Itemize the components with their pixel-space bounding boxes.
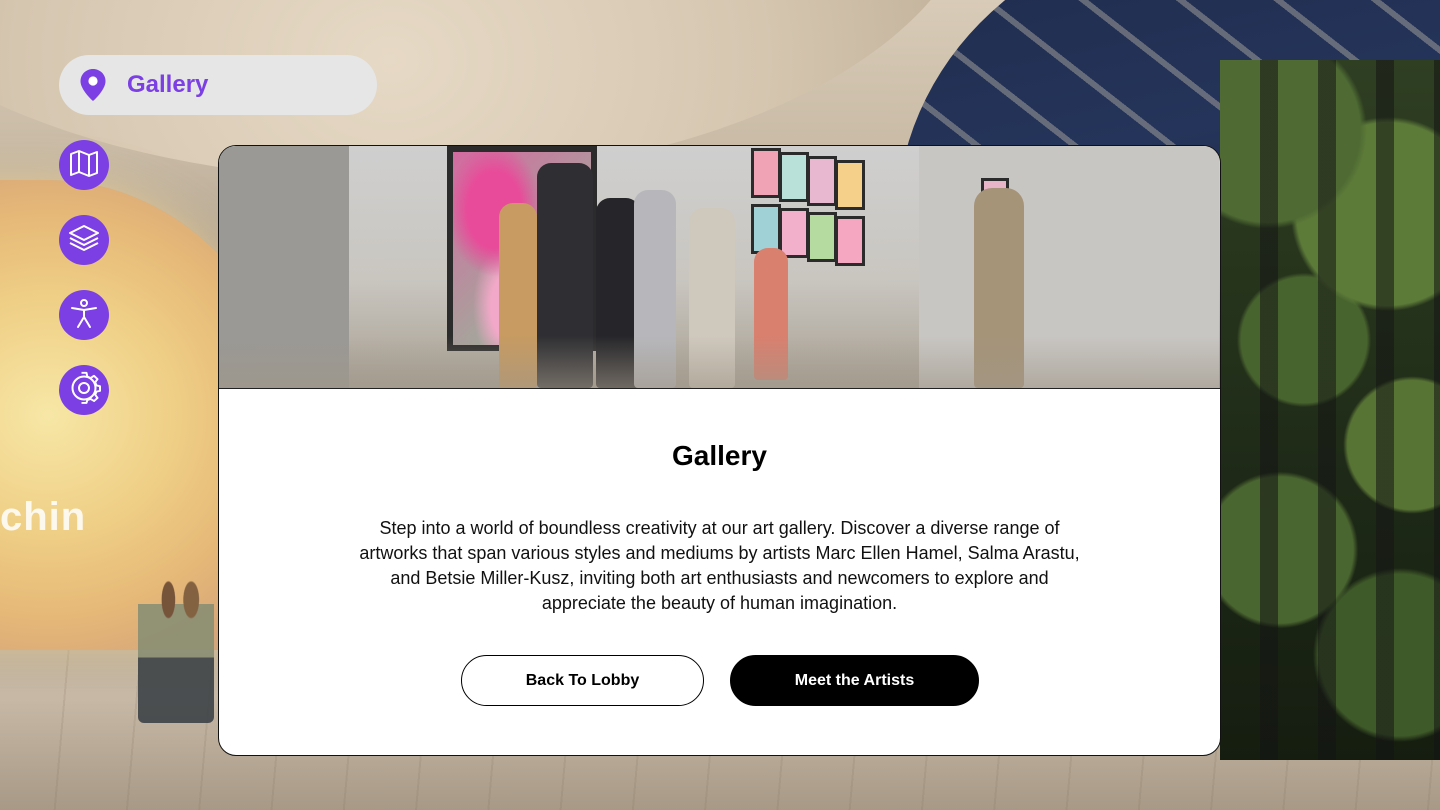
gear-icon — [67, 371, 101, 410]
current-location-label: Gallery — [127, 71, 209, 98]
visitor-figures — [138, 578, 214, 723]
hero-floor — [219, 336, 1220, 388]
gallery-hero-image — [219, 146, 1220, 389]
layers-button[interactable] — [59, 215, 109, 265]
back-to-lobby-button[interactable]: Back To Lobby — [461, 655, 704, 706]
map-button[interactable] — [59, 140, 109, 190]
map-icon — [67, 146, 101, 185]
accessibility-button[interactable] — [59, 290, 109, 340]
plant-wall-pillars — [1220, 60, 1440, 760]
card-title: Gallery — [672, 440, 767, 471]
settings-button[interactable] — [59, 365, 109, 415]
accessibility-icon — [67, 296, 101, 335]
display-screen-text: chin — [0, 495, 87, 539]
layers-icon — [67, 221, 101, 260]
card-description: Step into a world of boundless creativit… — [359, 518, 1080, 613]
map-pin-icon — [77, 68, 109, 102]
location-info-card: Gallery Step into a world of boundless c… — [218, 145, 1221, 756]
current-location-pill[interactable]: Gallery — [59, 55, 377, 115]
meet-the-artists-button[interactable]: Meet the Artists — [730, 655, 979, 706]
